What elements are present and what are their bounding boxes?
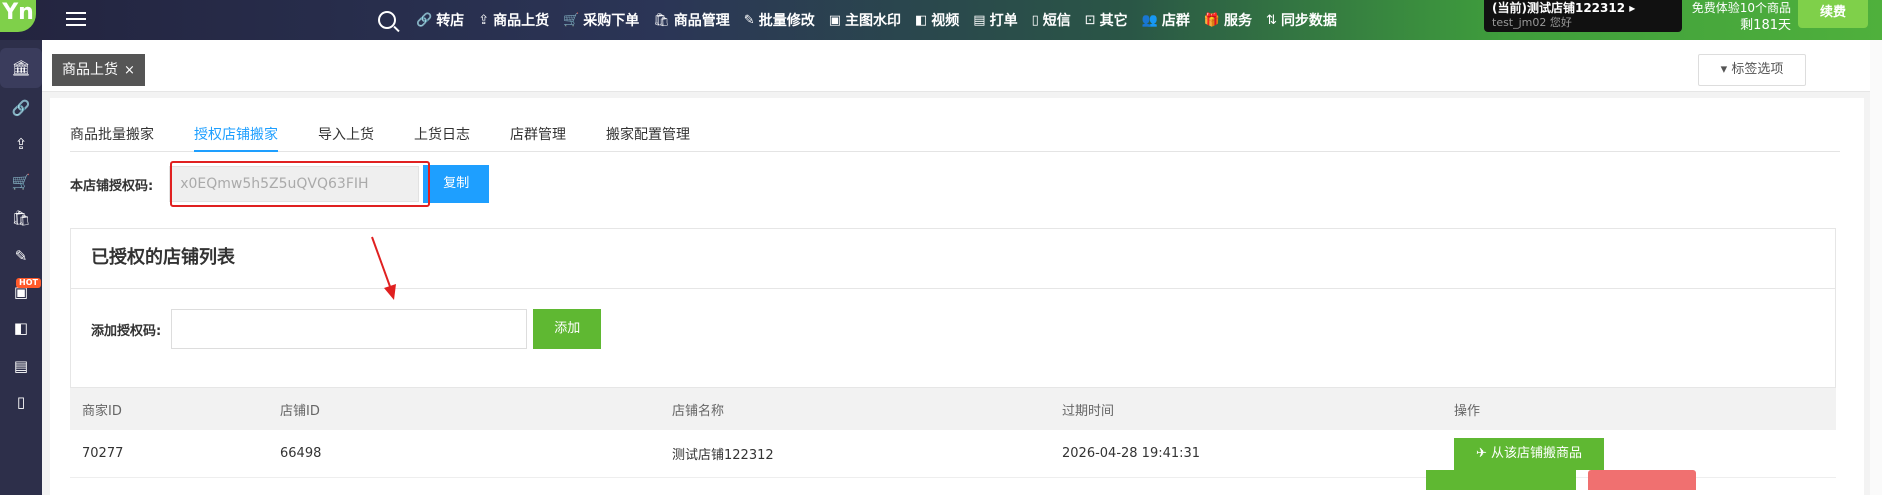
nav-other[interactable]: ⊡ 其它 [1085, 10, 1128, 30]
shop-name: 测试店铺122312 [672, 448, 774, 463]
bank-icon[interactable]: 🏛 [0, 48, 42, 88]
nav-service[interactable]: 🎁 服务 [1204, 10, 1252, 30]
sub-tabs: 商品批量搬家 授权店铺搬家 导入上货 上货日志 店群管理 搬家配置管理 [70, 118, 1840, 152]
tab-move-config[interactable]: 搬家配置管理 [606, 118, 690, 152]
print-icon: ▤ [973, 12, 986, 28]
col-shop-name: 店铺名称 [672, 403, 725, 419]
add-code-row: 添加授权码: 添加 [91, 309, 602, 349]
bag-icon[interactable]: 🛍 [0, 198, 42, 238]
nav-batch-edit[interactable]: ✎ 批量修改 [744, 10, 815, 30]
content-panel: 商品批量搬家 授权店铺搬家 导入上货 上货日志 店群管理 搬家配置管理 本店铺授… [50, 98, 1864, 495]
sidebar: 🏛 🔗 ⇪ 🛒 🛍 ✎ ▣ HOT ◧ ▤ ▯ [0, 40, 42, 495]
phone-icon[interactable]: ▯ [0, 382, 42, 422]
shops-table: 商家ID 店铺ID 店铺名称 过期时间 操作 70277 66498 测试店铺1… [70, 388, 1836, 478]
expire-time: 2026-04-28 19:41:31 [1062, 446, 1201, 461]
gift-icon: 🎁 [1203, 12, 1221, 28]
link-icon[interactable]: 🔗 [0, 88, 42, 128]
menu-toggle-icon[interactable] [66, 12, 86, 26]
search-icon[interactable] [378, 11, 396, 29]
image-icon: ▣ [828, 12, 841, 28]
nav-print[interactable]: ▤ 打单 [973, 10, 1017, 30]
tab-batch-move[interactable]: 商品批量搬家 [70, 118, 154, 152]
col-expire-time: 过期时间 [1062, 403, 1115, 419]
image-hot-icon[interactable]: ▣ HOT [0, 272, 42, 312]
highlight-box [170, 161, 430, 207]
tag-product-upload[interactable]: 商品上货 × [52, 54, 145, 86]
auth-code-label: 本店铺授权码: [70, 178, 154, 194]
nav-sms[interactable]: ▯ 短信 [1032, 10, 1071, 30]
copy-button[interactable]: 复制 [423, 165, 490, 203]
hot-badge: HOT [16, 278, 41, 288]
tag-options-dropdown[interactable]: ▾ 标签选项 [1698, 54, 1806, 86]
phone-icon: ▯ [1031, 12, 1039, 28]
nav-sync-data[interactable]: ⇅ 同步数据 [1266, 10, 1337, 30]
current-shop-switcher[interactable]: (当前)测试店铺122312 ▸ test_jm02 您好 [1484, 0, 1682, 32]
video-icon[interactable]: ◧ [0, 308, 42, 348]
table-header: 商家ID 店铺ID 店铺名称 过期时间 操作 [70, 388, 1836, 430]
link-icon: 🔗 [416, 12, 433, 28]
tab-upload-log[interactable]: 上货日志 [414, 118, 470, 152]
bag-icon: 🛍 [653, 12, 670, 28]
sync-icon: ⇅ [1266, 12, 1277, 28]
cart-icon[interactable]: 🛒 [0, 162, 42, 202]
trial-info: 免费体验10个商品 剩181天 [1686, 0, 1791, 34]
main-content: 商品上货 × ▾ 标签选项 商品批量搬家 授权店铺搬家 导入上货 上货日志 店群管… [42, 40, 1882, 495]
top-navigation-bar: Yn 🔗 转店 ⇪ 商品上货 🛒 采购下单 🛍 商品管理 ✎ 批量修改 ▣ 主图水印 ◧ 视频… [0, 0, 1882, 40]
trial-text: 免费体验10个商品 [1691, 1, 1791, 15]
print-icon[interactable]: ▤ [0, 346, 42, 386]
authorized-shops-card: 已授权的店铺列表 添加授权码: 添加 [70, 228, 1836, 388]
upload-icon[interactable]: ⇪ [0, 124, 42, 164]
current-shop-name: (当前)测试店铺122312 ▸ [1492, 1, 1636, 15]
upload-icon: ⇪ [478, 12, 490, 28]
delete-button-partial[interactable] [1588, 470, 1696, 490]
main-nav: 🔗 转店 ⇪ 商品上货 🛒 采购下单 🛍 商品管理 ✎ 批量修改 ▣ 主图水印 ◧ 视频 ▤ 打… [378, 0, 1351, 40]
nav-shop-group[interactable]: 👥 店群 [1142, 10, 1190, 30]
days-left: 剩181天 [1740, 18, 1791, 33]
add-button[interactable]: 添加 [533, 309, 602, 349]
merchant-id: 70277 [82, 446, 124, 461]
nav-watermark[interactable]: ▣ 主图水印 [829, 10, 901, 30]
nav-transfer-shop[interactable]: 🔗 转店 [416, 10, 464, 30]
tab-shop-group-manage[interactable]: 店群管理 [510, 118, 566, 152]
tab-authorized-move[interactable]: 授权店铺搬家 [194, 118, 278, 152]
renew-button[interactable]: 续费 [1798, 0, 1868, 28]
add-code-label: 添加授权码: [91, 323, 162, 339]
close-icon[interactable]: × [124, 63, 135, 78]
users-icon: 👥 [1141, 12, 1158, 28]
nav-product-upload[interactable]: ⇪ 商品上货 [478, 10, 549, 30]
col-merchant-id: 商家ID [82, 403, 122, 419]
col-actions: 操作 [1454, 403, 1481, 419]
cart-icon: 🛒 [563, 12, 580, 28]
video-icon: ◧ [915, 12, 928, 28]
row-actions: ✈ 从该店铺搬商品 [1442, 437, 1604, 470]
nav-purchase-order[interactable]: 🛒 采购下单 [563, 10, 639, 30]
edit-icon: ✎ [743, 12, 755, 28]
other-icon: ⊡ [1084, 12, 1096, 28]
edit-icon[interactable]: ✎ [0, 236, 42, 276]
app-logo[interactable]: Yn [0, 0, 36, 32]
user-greeting: test_jm02 您好 [1492, 16, 1572, 29]
col-shop-id: 店铺ID [280, 403, 320, 419]
move-from-shop-button[interactable]: ✈ 从该店铺搬商品 [1454, 437, 1604, 470]
card-title: 已授权的店铺列表 [71, 229, 1835, 289]
nav-product-manage[interactable]: 🛍 商品管理 [653, 10, 730, 30]
tab-import-upload[interactable]: 导入上货 [318, 118, 374, 152]
add-code-input[interactable] [171, 309, 528, 349]
nav-video[interactable]: ◧ 视频 [915, 10, 959, 30]
move-from-shop-button-partial[interactable] [1426, 470, 1576, 490]
scrollbar[interactable] [1870, 40, 1882, 495]
shop-id: 66498 [280, 446, 322, 461]
tag-bar: 商品上货 × ▾ 标签选项 [42, 40, 1870, 92]
